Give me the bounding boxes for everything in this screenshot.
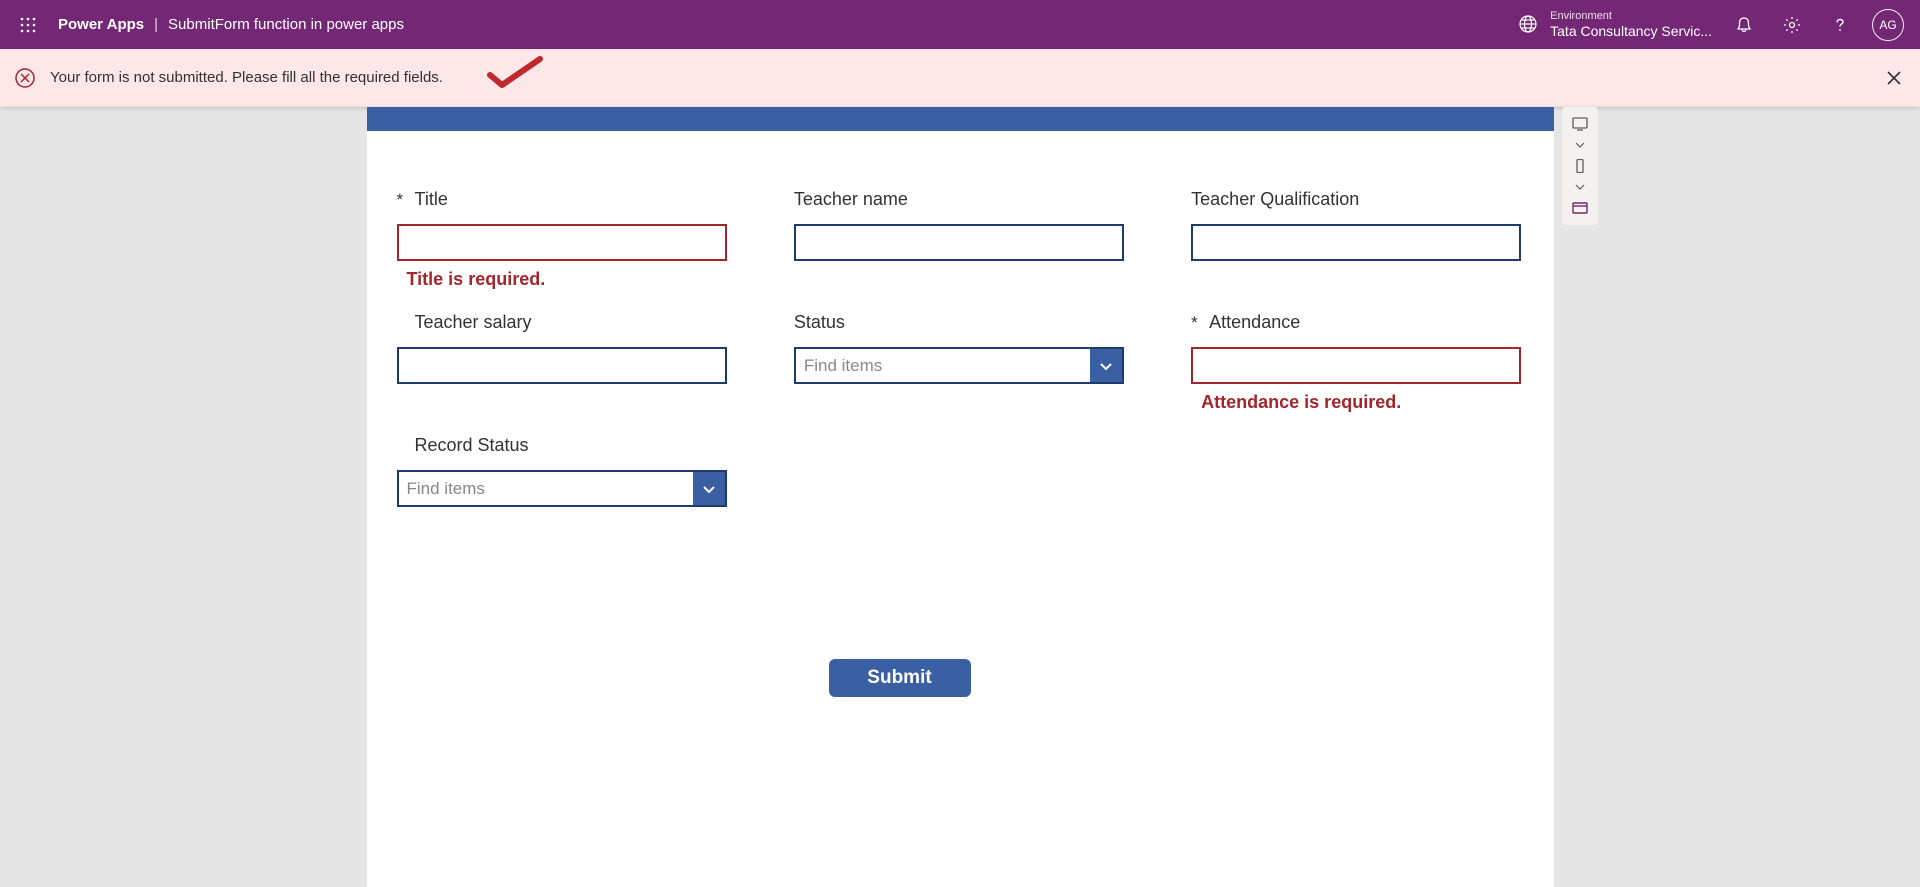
- desktop-icon: [1572, 117, 1588, 131]
- status-dropdown-button[interactable]: [1090, 349, 1122, 382]
- device-chevron[interactable]: [1568, 181, 1592, 193]
- chevron-down-icon: [701, 481, 717, 497]
- field-teacher-name: Teacher name: [794, 189, 1126, 290]
- annotation-checkmark: [486, 55, 544, 91]
- error-icon: [14, 67, 36, 89]
- field-label: Status: [794, 312, 845, 333]
- notification-text: Your form is not submitted. Please fill …: [50, 69, 443, 86]
- close-notification-button[interactable]: [1882, 66, 1906, 90]
- form: * Title Title is required. Teacher name …: [367, 131, 1554, 529]
- field-status: Status: [794, 312, 1126, 413]
- title-error: Title is required.: [407, 269, 729, 290]
- field-attendance: * Attendance Attendance is required.: [1191, 312, 1523, 413]
- device-preview-toolbar: [1562, 107, 1598, 225]
- record-status-combobox[interactable]: [397, 470, 727, 507]
- teacher-name-input[interactable]: [794, 224, 1124, 261]
- attendance-error: Attendance is required.: [1201, 392, 1523, 413]
- chevron-down-icon: [1098, 358, 1114, 374]
- status-combobox[interactable]: [794, 347, 1124, 384]
- required-indicator: *: [1191, 313, 1209, 333]
- field-title: * Title Title is required.: [397, 189, 729, 290]
- field-label: Title: [415, 189, 448, 210]
- user-avatar[interactable]: AG: [1872, 9, 1904, 41]
- chevron-down-icon: [1575, 183, 1585, 191]
- field-label: Teacher Qualification: [1191, 189, 1359, 210]
- teacher-qualification-input[interactable]: [1191, 224, 1521, 261]
- submit-button[interactable]: Submit: [829, 659, 971, 697]
- field-record-status: Record Status: [397, 435, 729, 507]
- status-combo-input[interactable]: [796, 349, 1090, 382]
- required-indicator: *: [397, 190, 415, 210]
- close-icon: [1887, 71, 1901, 85]
- notifications-button[interactable]: [1720, 1, 1768, 49]
- app-header: Power Apps | SubmitForm function in powe…: [0, 0, 1920, 49]
- record-status-combo-input[interactable]: [399, 472, 693, 505]
- device-desktop[interactable]: [1568, 115, 1592, 133]
- environment-picker[interactable]: Environment Tata Consultancy Servic...: [1518, 10, 1712, 40]
- header-divider: |: [154, 16, 158, 33]
- help-button[interactable]: [1816, 1, 1864, 49]
- environment-label: Environment: [1550, 10, 1712, 23]
- tablet-icon: [1572, 201, 1588, 215]
- attendance-input[interactable]: [1191, 347, 1521, 384]
- field-label: Teacher name: [794, 189, 908, 210]
- gear-icon: [1783, 16, 1801, 34]
- chevron-down-icon: [1575, 141, 1585, 149]
- bell-icon: [1735, 16, 1753, 34]
- field-teacher-salary: Teacher salary: [397, 312, 729, 413]
- title-input[interactable]: [397, 224, 727, 261]
- notification-bar: Your form is not submitted. Please fill …: [0, 49, 1920, 107]
- app-canvas: * Title Title is required. Teacher name …: [367, 107, 1554, 887]
- field-label: Attendance: [1209, 312, 1300, 333]
- device-phone[interactable]: [1568, 157, 1592, 175]
- field-teacher-qualification: Teacher Qualification: [1191, 189, 1523, 290]
- teacher-salary-input[interactable]: [397, 347, 727, 384]
- app-name[interactable]: Power Apps: [58, 16, 144, 33]
- help-icon: [1831, 16, 1849, 34]
- page-title: SubmitForm function in power apps: [168, 16, 404, 33]
- canvas-header-bar: [367, 107, 1554, 131]
- field-label: Teacher salary: [415, 312, 532, 333]
- globe-icon: [1518, 14, 1538, 34]
- record-status-dropdown-button[interactable]: [693, 472, 725, 505]
- environment-value: Tata Consultancy Servic...: [1550, 23, 1712, 40]
- phone-icon: [1572, 159, 1588, 173]
- device-chevron[interactable]: [1568, 139, 1592, 151]
- app-launcher-icon[interactable]: [8, 5, 48, 45]
- device-tablet-landscape[interactable]: [1568, 199, 1592, 217]
- field-label: Record Status: [415, 435, 529, 456]
- settings-button[interactable]: [1768, 1, 1816, 49]
